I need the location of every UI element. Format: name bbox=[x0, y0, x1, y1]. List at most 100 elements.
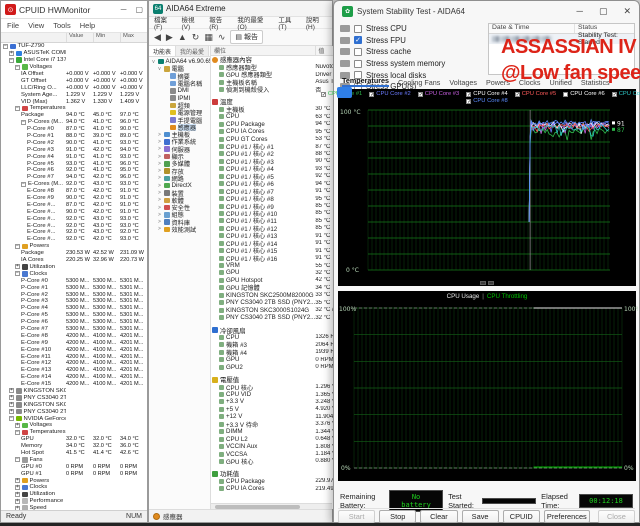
tree-item[interactable]: >DirectX bbox=[149, 182, 210, 189]
legend-checkbox[interactable] bbox=[563, 92, 568, 97]
menu-item[interactable]: 說明(H) bbox=[306, 14, 327, 31]
sensor-row[interactable]: Package94.0 °C45.0 °C97.0 °C bbox=[1, 112, 147, 119]
sensor-row[interactable]: −TUF-Z790 bbox=[1, 43, 147, 50]
tree-item[interactable]: >作業系統 bbox=[149, 138, 210, 145]
back-icon[interactable]: ◀ bbox=[154, 32, 161, 43]
tree-item[interactable]: >安全性 bbox=[149, 204, 210, 211]
checkbox[interactable] bbox=[354, 48, 362, 56]
sensor-row[interactable]: P-Core #794.0 °C42.0 °C96.0 °C bbox=[1, 174, 147, 181]
stop-button[interactable]: Stop bbox=[379, 510, 416, 523]
sensor-row[interactable]: LLC/Ring O...+0.000 V+0.000 V+0.000 V bbox=[1, 84, 147, 91]
menu-item[interactable]: 檔案(F) bbox=[154, 14, 174, 31]
collapse-icon[interactable]: − bbox=[15, 65, 20, 70]
sensor-row[interactable]: +ASUSTeK COMPU... bbox=[1, 50, 147, 57]
collapse-icon[interactable]: − bbox=[15, 106, 20, 111]
tree-item[interactable]: >存放 bbox=[149, 167, 210, 174]
tree-item[interactable]: >裝置 bbox=[149, 189, 210, 196]
stress-option[interactable]: Stress CPU bbox=[340, 23, 490, 35]
forward-icon[interactable]: ▶ bbox=[166, 32, 173, 43]
sensor-row[interactable]: P-Core #05300 M...5300 M...5301 M... bbox=[1, 277, 147, 284]
tree-item[interactable]: >主機板 bbox=[149, 131, 210, 138]
tree-item[interactable]: >組態 bbox=[149, 211, 210, 218]
sensor-row[interactable]: P-Core #35300 M...5300 M...5301 M... bbox=[1, 298, 147, 305]
collapse-icon[interactable]: − bbox=[15, 457, 20, 462]
tab-favorites[interactable]: 我的最愛 bbox=[176, 46, 209, 56]
col-date-time[interactable]: Date & Time bbox=[489, 24, 575, 33]
expand-icon[interactable]: + bbox=[15, 499, 20, 504]
expand-icon[interactable]: + bbox=[9, 409, 14, 414]
checkbox[interactable] bbox=[354, 60, 362, 68]
expand-icon[interactable]: + bbox=[15, 492, 20, 497]
sensor-row[interactable]: E-Core #...90.0 °C42.0 °C91.0 °C bbox=[1, 208, 147, 215]
legend-checkbox[interactable]: ✓ bbox=[418, 92, 423, 97]
clear-button[interactable]: Clear bbox=[420, 510, 457, 523]
menu-item[interactable]: 工具(T) bbox=[278, 14, 298, 31]
tree-item[interactable]: >伺服器 bbox=[149, 146, 210, 153]
collapse-icon[interactable]: − bbox=[15, 271, 20, 276]
sensor-row[interactable]: +Performance bbox=[1, 498, 147, 505]
tab-voltages[interactable]: Voltages bbox=[449, 78, 477, 87]
col-min[interactable]: Min bbox=[93, 33, 120, 42]
expand-icon[interactable]: + bbox=[9, 395, 14, 400]
tree-item[interactable]: 摘要 bbox=[149, 73, 210, 80]
tree-item[interactable]: >多媒體 bbox=[149, 160, 210, 167]
sensor-row[interactable]: Package230.53 W42.52 W231.09 W bbox=[1, 250, 147, 257]
sensor-row[interactable]: E-Core #...92.0 °C43.0 °C93.0 °C bbox=[1, 215, 147, 222]
sensor-row[interactable]: +KINGSTON SKC3... bbox=[1, 388, 147, 395]
chart-resize-controls[interactable] bbox=[480, 281, 494, 285]
tree-item[interactable]: >效能測試 bbox=[149, 226, 210, 233]
legend-checkbox[interactable]: ✓ bbox=[466, 92, 471, 97]
menu-help[interactable]: Help bbox=[80, 21, 95, 30]
sensor-row[interactable]: P-Core #692.0 °C41.0 °C95.0 °C bbox=[1, 167, 147, 174]
report-button[interactable]: ▤ 報告 bbox=[230, 30, 263, 44]
sensor-row[interactable]: −P-Cores (M...94.0 °C41.0 °C96.0 °C bbox=[1, 119, 147, 126]
sensor-row[interactable]: P-Core #290.0 °C41.0 °C93.0 °C bbox=[1, 139, 147, 146]
tab-cooling-fans[interactable]: Cooling Fans bbox=[398, 78, 440, 87]
tree-item[interactable]: 手提電腦 bbox=[149, 116, 210, 123]
menu-view[interactable]: View bbox=[28, 21, 44, 30]
sensor-row[interactable]: P-Core #75300 M...5300 M...5301 M... bbox=[1, 326, 147, 333]
sensor-row[interactable]: GPU #10 RPM0 RPM0 RPM bbox=[1, 470, 147, 477]
stress-option[interactable]: Stress cache bbox=[340, 46, 490, 58]
tree-item[interactable]: >網路 bbox=[149, 175, 210, 182]
sensor-row[interactable]: P-Core #45300 M...5300 M...5301 M... bbox=[1, 305, 147, 312]
expand-icon[interactable]: + bbox=[9, 51, 14, 56]
tree-item[interactable]: IPMI bbox=[149, 94, 210, 101]
sensor-row[interactable]: E-Core #124200 M...4100 M...4201 M... bbox=[1, 360, 147, 367]
tree-item[interactable]: >顯示 bbox=[149, 153, 210, 160]
legend-checkbox[interactable]: ✓ bbox=[466, 99, 471, 104]
sensor-row[interactable]: GPU #00 RPM0 RPM0 RPM bbox=[1, 463, 147, 470]
sensor-row[interactable]: P-Core #087.0 °C41.0 °C90.0 °C bbox=[1, 126, 147, 133]
sensor-row[interactable]: −Fans bbox=[1, 456, 147, 463]
col-field[interactable]: 欄位 bbox=[211, 46, 315, 55]
expand-icon[interactable]: + bbox=[15, 423, 20, 428]
col-value[interactable]: Value bbox=[66, 33, 93, 42]
sensor-row[interactable]: −Voltages bbox=[1, 64, 147, 71]
stress-option[interactable]: Stress system memory bbox=[340, 58, 490, 70]
expand-icon[interactable]: + bbox=[15, 478, 20, 483]
legend-checkbox[interactable]: ✓ bbox=[369, 92, 374, 97]
sensor-row[interactable]: P-Core #593.0 °C41.0 °C96.0 °C bbox=[1, 160, 147, 167]
tab-menu[interactable]: 功能表 bbox=[149, 46, 176, 56]
sensor-row[interactable]: Hot Spot41.5 °C41.4 °C42.6 °C bbox=[1, 450, 147, 457]
tree-item[interactable]: >軟體 bbox=[149, 197, 210, 204]
sensor-row[interactable]: E-Core #154200 M...4100 M...4201 M... bbox=[1, 381, 147, 388]
tree-item[interactable]: vAIDA64 v6.90.6500 bbox=[149, 58, 210, 65]
collapse-icon[interactable]: − bbox=[21, 182, 26, 187]
minimize-icon[interactable]: ─ bbox=[121, 5, 127, 14]
sensor-row[interactable]: GPU32.0 °C32.0 °C34.0 °C bbox=[1, 436, 147, 443]
collapse-icon[interactable]: − bbox=[3, 44, 8, 49]
sensor-row[interactable]: P-Core #15300 M...5300 M...5301 M... bbox=[1, 284, 147, 291]
refresh-icon[interactable]: ↻ bbox=[192, 32, 200, 43]
up-icon[interactable]: ▲ bbox=[178, 32, 187, 42]
sensor-row[interactable]: −Temperatures bbox=[1, 105, 147, 112]
hwmonitor-titlebar[interactable]: ⊙ CPUID HWMonitor ─ ▢ bbox=[1, 1, 147, 19]
sensor-row[interactable]: P-Core #55300 M...5300 M...5301 M... bbox=[1, 312, 147, 319]
sensor-row[interactable]: −Intel Core i7 1370... bbox=[1, 57, 147, 64]
sensor-row[interactable]: +KINGSTON SKC2... bbox=[1, 401, 147, 408]
expand-icon[interactable]: + bbox=[9, 388, 14, 393]
menu-item[interactable]: 我的最愛(O) bbox=[237, 14, 271, 31]
sensor-row[interactable]: E-Core #84200 M...4100 M...4201 M... bbox=[1, 332, 147, 339]
sensor-row[interactable]: −Temperatures bbox=[1, 429, 147, 436]
sensor-row[interactable]: −E-Cores (M...92.0 °C43.0 °C93.0 °C bbox=[1, 181, 147, 188]
